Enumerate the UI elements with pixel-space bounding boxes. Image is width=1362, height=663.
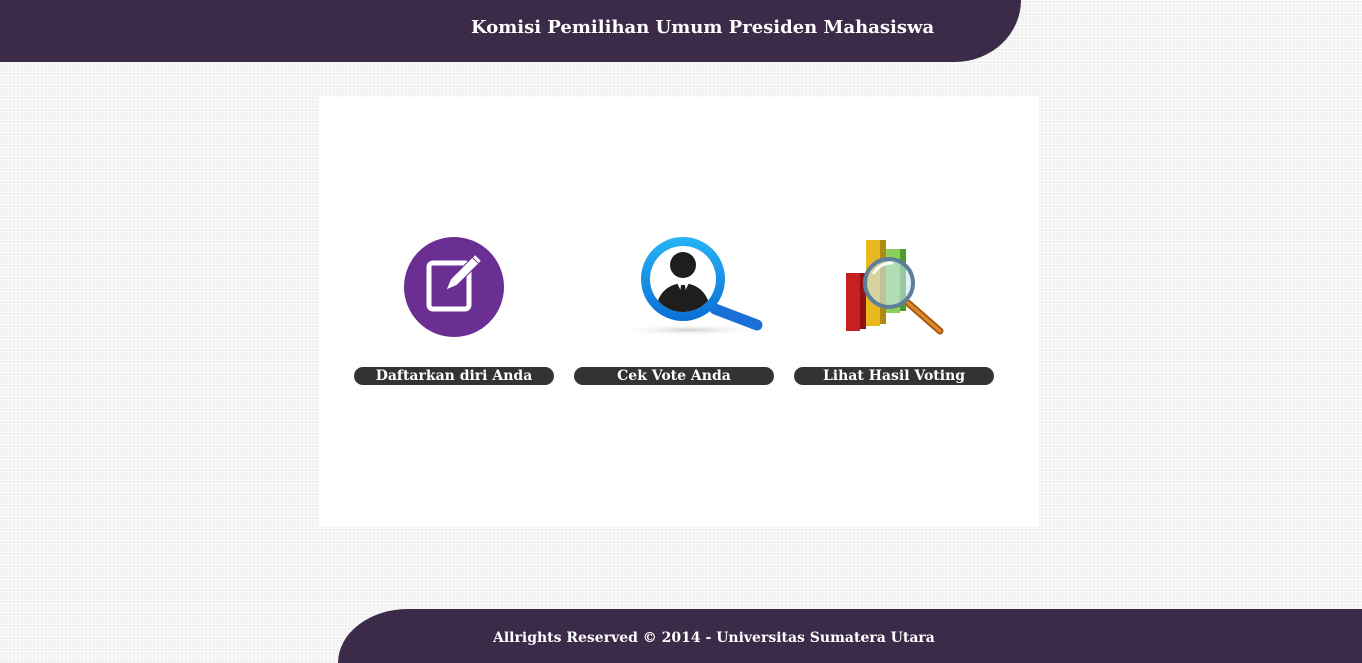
register-edit-icon[interactable]	[404, 237, 504, 341]
footer-copyright: Allrights Reserved © 2014 - Universitas …	[493, 630, 935, 646]
page-title: Komisi Pemilihan Umum Presiden Mahasiswa	[471, 17, 935, 38]
person-search-icon[interactable]	[609, 235, 769, 343]
chart-magnifier-icon[interactable]	[844, 237, 946, 343]
check-vote-button[interactable]: Cek Vote Anda	[574, 367, 774, 385]
register-button-label: Daftarkan diri Anda	[375, 368, 533, 384]
header-bar: Komisi Pemilihan Umum Presiden Mahasiswa	[0, 0, 1021, 62]
voting-results-button[interactable]: Lihat Hasil Voting	[794, 367, 994, 385]
footer-bar: Allrights Reserved © 2014 - Universitas …	[338, 609, 1362, 663]
register-button[interactable]: Daftarkan diri Anda	[354, 367, 554, 385]
voting-results-button-label: Lihat Hasil Voting	[822, 368, 966, 384]
check-vote-button-label: Cek Vote Anda	[617, 368, 731, 384]
main-panel: Daftarkan diri Anda Cek Vote Anda Lihat …	[319, 97, 1039, 527]
